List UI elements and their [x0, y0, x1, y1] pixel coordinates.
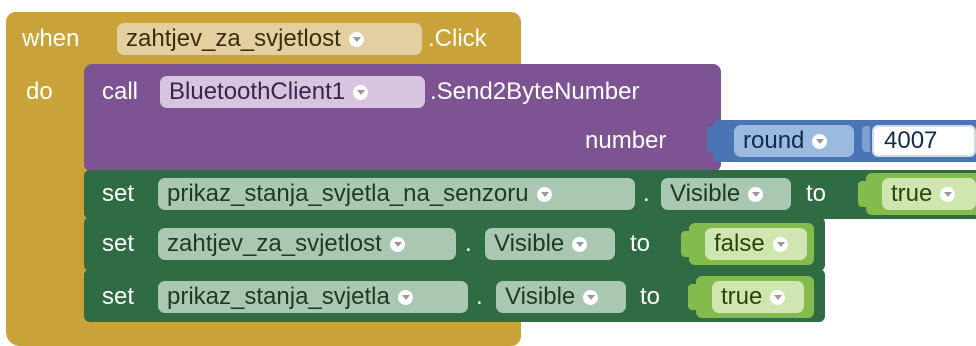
- set-dot-2: .: [465, 230, 472, 257]
- set-component-dropdown-1[interactable]: prikaz_stanja_svjetla_na_senzoru: [158, 178, 635, 210]
- event-name: .Click: [428, 25, 487, 52]
- set-label-1: set: [102, 180, 135, 207]
- chevron-down-icon: [812, 134, 828, 149]
- set-component-label-3: prikaz_stanja_svjetla: [167, 283, 390, 310]
- set-component-dropdown-2[interactable]: zahtjev_za_svjetlost: [158, 228, 456, 260]
- set-label-2: set: [102, 230, 135, 257]
- set-to-label-2: to: [630, 230, 651, 257]
- logic-socket-connector-2: [681, 231, 689, 257]
- set-property-dropdown-1[interactable]: Visible: [661, 178, 791, 210]
- call-component-label: BluetoothClient1: [169, 78, 346, 105]
- chevron-down-icon: [572, 237, 588, 252]
- event-component-dropdown[interactable]: zahtjev_za_svjetlost: [117, 23, 422, 55]
- chevron-down-icon: [536, 187, 552, 202]
- logic-value-dropdown-3[interactable]: true: [712, 281, 804, 313]
- set-dot-1: .: [643, 180, 650, 207]
- chevron-down-icon: [397, 290, 413, 305]
- number-value: 4007: [884, 127, 938, 154]
- logic-socket-connector-3: [688, 284, 696, 310]
- round-op-label: round: [743, 127, 805, 154]
- number-param-label: number: [585, 127, 667, 154]
- set-component-dropdown-3[interactable]: prikaz_stanja_svjetla: [158, 281, 468, 313]
- when-label: when: [22, 25, 80, 52]
- do-label: do: [26, 78, 53, 105]
- chevron-down-icon: [583, 290, 599, 305]
- set-property-dropdown-3[interactable]: Visible: [496, 281, 626, 313]
- set-to-label-1: to: [806, 180, 827, 207]
- chevron-down-icon: [940, 187, 956, 202]
- call-component-dropdown[interactable]: BluetoothClient1: [160, 76, 425, 108]
- event-block-footer: [6, 322, 126, 344]
- round-op-dropdown[interactable]: round: [734, 125, 854, 157]
- set-label-3: set: [102, 283, 135, 310]
- chevron-down-icon: [348, 32, 364, 47]
- logic-value-label-3: true: [721, 283, 763, 310]
- logic-value-dropdown-1[interactable]: true: [882, 178, 976, 210]
- call-method-name: .Send2ByteNumber: [430, 78, 640, 105]
- chevron-down-icon: [772, 237, 788, 252]
- logic-socket-connector-1: [858, 181, 866, 207]
- logic-value-label-2: false: [714, 230, 765, 257]
- number-value-field[interactable]: 4007: [872, 125, 976, 157]
- set-dot-3: .: [476, 283, 483, 310]
- chevron-down-icon: [748, 187, 764, 202]
- set-component-label-1: prikaz_stanja_svjetla_na_senzoru: [167, 180, 529, 207]
- set-property-label-1: Visible: [670, 180, 741, 207]
- chevron-down-icon: [353, 85, 369, 100]
- call-label: call: [102, 78, 139, 105]
- set-property-label-2: Visible: [494, 230, 565, 257]
- logic-value-dropdown-2[interactable]: false: [705, 228, 807, 260]
- set-component-label-2: zahtjev_za_svjetlost: [167, 230, 382, 257]
- logic-value-label-1: true: [891, 180, 933, 207]
- set-property-dropdown-2[interactable]: Visible: [485, 228, 615, 260]
- chevron-down-icon: [389, 237, 405, 252]
- event-component-label: zahtjev_za_svjetlost: [126, 25, 341, 52]
- chevron-down-icon: [770, 290, 786, 305]
- number-socket-connector: [862, 126, 870, 152]
- set-to-label-3: to: [640, 283, 661, 310]
- set-property-label-3: Visible: [505, 283, 576, 310]
